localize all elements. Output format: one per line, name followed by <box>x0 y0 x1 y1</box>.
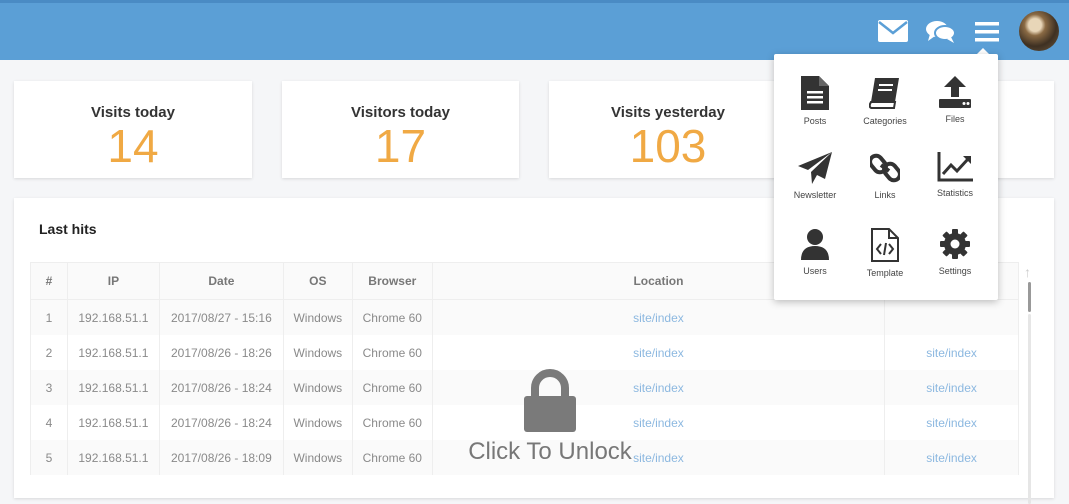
cell-number: 2 <box>30 335 68 370</box>
menu-item-files[interactable]: Files <box>920 76 990 146</box>
col-header-os[interactable]: OS <box>282 262 353 300</box>
stat-value: 103 <box>629 120 707 172</box>
book-icon <box>869 78 899 109</box>
cell-os: Windows <box>282 299 353 335</box>
envelope-icon[interactable] <box>878 20 908 47</box>
table-row: 2 192.168.51.1 2017/08/26 - 18:26 Window… <box>30 335 1019 370</box>
cell-number: 3 <box>30 370 68 405</box>
gear-icon <box>940 229 970 259</box>
cell-browser: Chrome 60 <box>351 299 433 335</box>
scrollbar-thumb[interactable] <box>1028 282 1031 312</box>
cell-ip: 192.168.51.1 <box>66 370 160 405</box>
menu-item-label: Settings <box>938 266 972 276</box>
cell-extra-link[interactable]: site/index <box>884 405 1019 440</box>
menu-item-label: Statistics <box>936 188 973 198</box>
menu-item-categories[interactable]: Categories <box>850 76 920 146</box>
stat-card-visitors-today: Visitors today 17 <box>282 81 519 178</box>
cell-number: 4 <box>30 405 68 440</box>
menu-item-posts[interactable]: Posts <box>780 76 850 146</box>
cell-browser: Chrome 60 <box>351 335 433 370</box>
col-header-ip[interactable]: IP <box>66 262 160 300</box>
menu-item-links[interactable]: Links <box>850 152 920 222</box>
chat-icon[interactable] <box>926 19 956 50</box>
menu-item-label: Newsletter <box>793 190 837 200</box>
col-header-date[interactable]: Date <box>158 262 284 300</box>
document-icon <box>801 76 829 110</box>
link-icon <box>870 153 900 183</box>
col-header-browser[interactable]: Browser <box>351 262 433 300</box>
menu-item-label: Posts <box>803 116 827 126</box>
menu-item-settings[interactable]: Settings <box>920 228 990 298</box>
top-bar <box>0 0 1069 60</box>
stat-card-visits-yesterday: Visits yesterday 103 <box>549 81 787 178</box>
line-chart-icon <box>937 152 973 182</box>
stat-value: 17 <box>374 120 427 172</box>
menu-item-label: Users <box>803 266 827 276</box>
cell-date: 2017/08/26 - 18:26 <box>158 335 284 370</box>
menu-item-newsletter[interactable]: Newsletter <box>780 152 850 222</box>
menu-item-label: Files <box>945 114 965 124</box>
stat-label: Visitors today <box>351 104 450 121</box>
unlock-label: Click To Unlock <box>468 438 632 465</box>
paper-plane-icon <box>798 152 832 184</box>
scrollbar-track[interactable] <box>1028 314 1031 504</box>
menu-item-template[interactable]: Template <box>850 228 920 298</box>
cell-ip: 192.168.51.1 <box>66 405 160 440</box>
cell-browser: Chrome 60 <box>351 370 433 405</box>
cell-date: 2017/08/26 - 18:09 <box>158 440 284 475</box>
cell-os: Windows <box>282 440 353 475</box>
stat-card-visits-today: Visits today 14 <box>14 81 252 178</box>
cell-date: 2017/08/26 - 18:24 <box>158 370 284 405</box>
cell-date: 2017/08/27 - 15:16 <box>158 299 284 335</box>
col-header-number[interactable]: # <box>30 262 68 300</box>
menu-item-statistics[interactable]: Statistics <box>920 152 990 222</box>
menu-item-label: Template <box>866 268 904 278</box>
cell-ip: 192.168.51.1 <box>66 440 160 475</box>
cell-extra-link[interactable]: site/index <box>884 440 1019 475</box>
cell-date: 2017/08/26 - 18:24 <box>158 405 284 440</box>
cell-os: Windows <box>282 335 353 370</box>
cell-ip: 192.168.51.1 <box>66 335 160 370</box>
cell-extra-link[interactable] <box>884 299 1019 335</box>
user-avatar[interactable] <box>1019 11 1059 51</box>
cell-ip: 192.168.51.1 <box>66 299 160 335</box>
scroll-up-arrow-icon[interactable]: ↑ <box>1024 264 1031 280</box>
unlock-overlay[interactable]: Click To Unlock <box>450 368 650 466</box>
upload-icon <box>939 76 971 108</box>
menu-item-users[interactable]: Users <box>780 228 850 298</box>
menu-item-label: Links <box>874 190 896 200</box>
stat-label: Visits today <box>91 104 175 121</box>
cell-number: 5 <box>30 440 68 475</box>
cell-location-link[interactable]: site/index <box>431 299 886 335</box>
cell-extra-link[interactable]: site/index <box>884 370 1019 405</box>
code-file-icon <box>871 228 899 262</box>
stat-label: Visits yesterday <box>611 104 725 121</box>
cell-os: Windows <box>282 370 353 405</box>
app-menu-dropdown: Posts Categories Files Newsletter Links … <box>774 54 998 300</box>
cell-os: Windows <box>282 405 353 440</box>
cell-number: 1 <box>30 299 68 335</box>
menu-item-label: Categories <box>863 116 907 126</box>
table-row: 1 192.168.51.1 2017/08/27 - 15:16 Window… <box>30 299 1019 335</box>
cell-location-link[interactable]: site/index <box>431 335 886 370</box>
stat-value: 14 <box>107 120 159 172</box>
cell-browser: Chrome 60 <box>351 405 433 440</box>
cell-extra-link[interactable]: site/index <box>884 335 1019 370</box>
cell-browser: Chrome 60 <box>351 440 433 475</box>
hamburger-menu-icon[interactable] <box>975 22 999 47</box>
user-icon <box>801 229 829 260</box>
padlock-icon <box>524 369 576 432</box>
panel-title: Last hits <box>39 221 97 237</box>
